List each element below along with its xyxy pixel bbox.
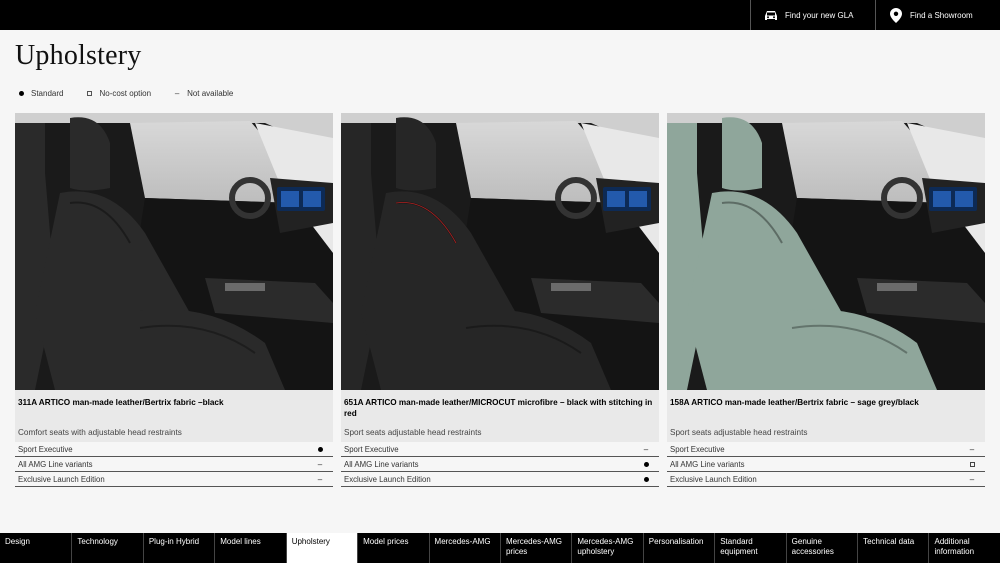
legend-label: Standard bbox=[31, 89, 64, 98]
table-row: All AMG Line variants – bbox=[15, 457, 333, 472]
row-label: Sport Executive bbox=[670, 444, 725, 454]
upholstery-code: 651A ARTICO man-made leather/MICROCUT mi… bbox=[344, 398, 653, 418]
nav-personalisation[interactable]: Personalisation bbox=[642, 533, 714, 563]
nav-standard-equipment[interactable]: Standard equipment bbox=[714, 533, 785, 563]
nav-technical-data[interactable]: Technical data bbox=[857, 533, 928, 563]
nav-model-prices[interactable]: Model prices bbox=[357, 533, 428, 563]
row-label: Sport Executive bbox=[18, 444, 73, 454]
legend-no-cost-option: No-cost option bbox=[83, 89, 151, 98]
seat-description: Comfort seats with adjustable head restr… bbox=[18, 428, 182, 437]
legend-label: No-cost option bbox=[99, 89, 152, 98]
table-row: Sport Executive – bbox=[667, 442, 985, 457]
availability-icon bbox=[310, 446, 330, 452]
upholstery-code: 311A ARTICO man-made leather/Bertrix fab… bbox=[18, 398, 224, 407]
seat-description: Sport seats adjustable head restraints bbox=[344, 428, 482, 437]
nav-mercedes-amg-prices[interactable]: Mercedes-AMG prices bbox=[499, 533, 571, 563]
nav-mercedes-amg-upholstery[interactable]: Mercedes-AMG upholstery bbox=[571, 533, 642, 563]
legend: Standard No-cost option – Not available bbox=[15, 89, 253, 98]
legend-label: Not available bbox=[187, 89, 234, 98]
nav-mercedes-amg[interactable]: Mercedes-AMG bbox=[428, 533, 500, 563]
find-new-gla-link[interactable]: Find your new GLA bbox=[750, 0, 874, 30]
availability-icon bbox=[962, 461, 982, 467]
bottom-navigation: Design Technology Plug-in Hybrid Model l… bbox=[0, 533, 1000, 563]
nav-technology[interactable]: Technology bbox=[71, 533, 142, 563]
availability-icon: – bbox=[969, 474, 975, 484]
find-showroom-link[interactable]: Find a Showroom bbox=[875, 0, 1000, 30]
row-label: All AMG Line variants bbox=[344, 459, 419, 469]
nav-genuine-accessories[interactable]: Genuine accessories bbox=[785, 533, 857, 563]
upholstery-card: 158A ARTICO man-made leather/Bertrix fab… bbox=[667, 113, 985, 487]
table-row: Exclusive Launch Edition – bbox=[15, 472, 333, 487]
seat-description: Sport seats adjustable head restraints bbox=[670, 428, 808, 437]
availability-icon: – bbox=[643, 444, 649, 454]
interior-photo bbox=[341, 113, 659, 390]
table-row: Sport Executive – bbox=[341, 442, 659, 457]
row-label: All AMG Line variants bbox=[670, 459, 745, 469]
row-label: Sport Executive bbox=[344, 444, 399, 454]
row-label: Exclusive Launch Edition bbox=[670, 474, 757, 484]
availability-table: Sport Executive – All AMG Line variants E… bbox=[341, 442, 659, 487]
find-showroom-label: Find a Showroom bbox=[910, 10, 973, 20]
availability-icon bbox=[636, 461, 656, 467]
availability-table: Sport Executive – All AMG Line variants E… bbox=[667, 442, 985, 487]
dash-icon: – bbox=[174, 89, 180, 98]
row-label: All AMG Line variants bbox=[18, 459, 93, 469]
page-title: Upholstery bbox=[15, 40, 142, 71]
availability-table: Sport Executive All AMG Line variants – E… bbox=[15, 442, 333, 487]
card-header: 311A ARTICO man-made leather/Bertrix fab… bbox=[15, 390, 333, 442]
availability-icon: – bbox=[317, 459, 323, 469]
box-icon bbox=[83, 89, 95, 98]
table-row: All AMG Line variants bbox=[667, 457, 985, 472]
interior-photo bbox=[667, 113, 985, 390]
legend-standard: Standard bbox=[15, 89, 63, 98]
card-header: 651A ARTICO man-made leather/MICROCUT mi… bbox=[341, 390, 659, 442]
find-new-gla-label: Find your new GLA bbox=[785, 10, 854, 20]
upholstery-code: 158A ARTICO man-made leather/Bertrix fab… bbox=[670, 398, 919, 407]
upholstery-card: 311A ARTICO man-made leather/Bertrix fab… bbox=[15, 113, 333, 487]
nav-design[interactable]: Design bbox=[0, 533, 71, 563]
row-label: Exclusive Launch Edition bbox=[344, 474, 431, 484]
upholstery-card: 651A ARTICO man-made leather/MICROCUT mi… bbox=[341, 113, 659, 487]
table-row: All AMG Line variants bbox=[341, 457, 659, 472]
dot-icon bbox=[15, 89, 27, 98]
car-icon bbox=[763, 7, 779, 23]
table-row: Sport Executive bbox=[15, 442, 333, 457]
availability-icon bbox=[636, 476, 656, 482]
row-label: Exclusive Launch Edition bbox=[18, 474, 105, 484]
table-row: Exclusive Launch Edition – bbox=[667, 472, 985, 487]
top-bar: Find your new GLA Find a Showroom bbox=[0, 0, 1000, 30]
interior-photo bbox=[15, 113, 333, 390]
availability-icon: – bbox=[969, 444, 975, 454]
nav-upholstery[interactable]: Upholstery bbox=[285, 533, 358, 563]
legend-not-available: – Not available bbox=[171, 89, 233, 98]
location-pin-icon bbox=[888, 7, 904, 23]
card-header: 158A ARTICO man-made leather/Bertrix fab… bbox=[667, 390, 985, 442]
nav-model-lines[interactable]: Model lines bbox=[214, 533, 285, 563]
nav-plug-in-hybrid[interactable]: Plug-in Hybrid bbox=[142, 533, 214, 563]
availability-icon: – bbox=[317, 474, 323, 484]
table-row: Exclusive Launch Edition bbox=[341, 472, 659, 487]
nav-additional-information[interactable]: Additional information bbox=[928, 533, 999, 563]
